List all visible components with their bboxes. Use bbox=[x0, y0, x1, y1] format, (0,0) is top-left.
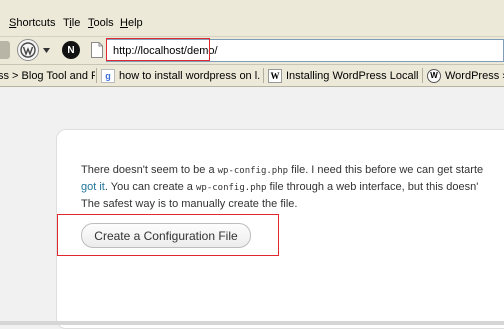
wordpress-logo-icon[interactable] bbox=[17, 39, 39, 61]
menu-shortcuts[interactable]: Shortcuts bbox=[9, 17, 55, 29]
tab-label: Installing WordPress Locally bbox=[286, 69, 418, 82]
menu-tools[interactable]: Tools bbox=[88, 17, 114, 29]
got-it-link[interactable]: got it bbox=[81, 181, 105, 193]
message-text: file through a web interface, but this d… bbox=[266, 181, 479, 193]
toolbar-button-stub[interactable] bbox=[0, 41, 10, 59]
tab-how-to-install[interactable]: g how to install wordpress on l... × bbox=[101, 67, 261, 84]
tab-label: WordPress › D bbox=[445, 69, 504, 82]
address-bar bbox=[106, 39, 504, 62]
filename-code: wp-config.php bbox=[217, 166, 289, 176]
message-text: The safest way is to manually create the… bbox=[81, 198, 298, 210]
tab-divider bbox=[263, 68, 264, 83]
menu-help[interactable]: Help bbox=[120, 17, 143, 29]
tab-blog-tool[interactable]: ss > Blog Tool and P... bbox=[0, 67, 95, 84]
create-config-button[interactable]: Create a Configuration File bbox=[81, 223, 251, 248]
message-text: file. I need this before we can get star… bbox=[288, 164, 484, 176]
menu-bar: Shortcuts Tile Tools Help bbox=[0, 0, 504, 37]
address-input[interactable] bbox=[107, 40, 503, 61]
n-logo-icon[interactable]: N bbox=[62, 41, 80, 59]
tab-label: ss > Blog Tool and P... bbox=[0, 69, 95, 82]
tab-wordpress[interactable]: W WordPress › D bbox=[427, 67, 504, 84]
config-missing-message: There doesn't seem to be a wp-config.php… bbox=[81, 162, 504, 212]
filename-code: wp-config.php bbox=[196, 183, 267, 193]
tab-installing-wordpress[interactable]: W Installing WordPress Locally × bbox=[268, 67, 418, 84]
menu-tile[interactable]: Tile bbox=[63, 17, 80, 29]
page-icon bbox=[91, 42, 103, 58]
tab-label: how to install wordpress on l... bbox=[119, 69, 261, 82]
wordpress-icon: W bbox=[427, 68, 441, 83]
tab-divider bbox=[96, 68, 97, 83]
message-text: . You can create a bbox=[104, 181, 196, 193]
message-text: There doesn't seem to be a bbox=[81, 164, 218, 176]
wikipedia-icon: W bbox=[268, 68, 282, 83]
navigation-toolbar: N bbox=[0, 37, 504, 65]
tab-divider bbox=[422, 68, 423, 83]
status-bar bbox=[0, 321, 504, 325]
tabs-bar: ss > Blog Tool and P... g how to install… bbox=[0, 65, 504, 87]
google-icon: g bbox=[101, 68, 115, 83]
chevron-down-icon[interactable] bbox=[42, 40, 50, 60]
